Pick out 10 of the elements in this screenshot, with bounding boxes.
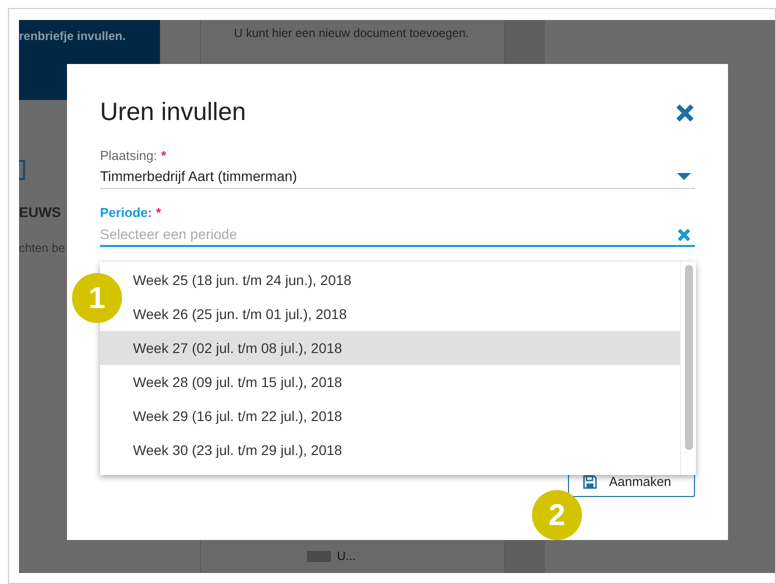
dialog-title: Uren invullen [100,97,246,128]
banner-text: renbriefje invullen. [19,29,126,43]
card-text: U kunt hier een nieuw document toevoegen. [234,25,470,42]
required-mark: * [161,146,166,164]
required-mark: * [156,204,162,222]
field-label: Periode: [100,204,152,222]
field-label: Plaatsing: [100,146,158,165]
footer-item: U... [337,548,356,565]
section-heading: EUWS [19,203,61,222]
section-text: chten be [19,240,66,257]
